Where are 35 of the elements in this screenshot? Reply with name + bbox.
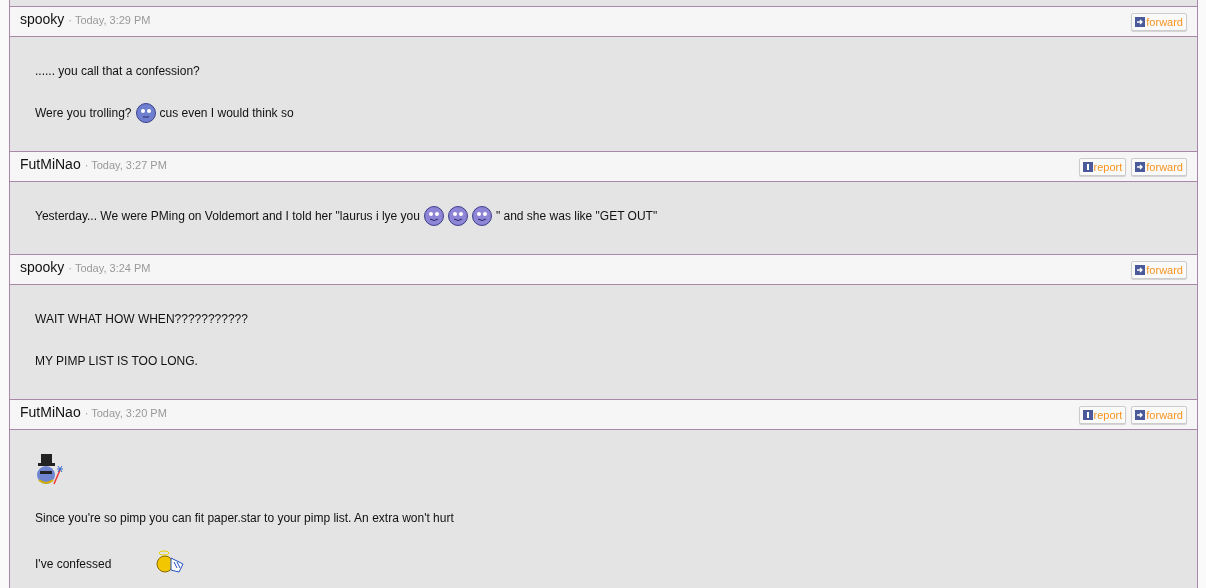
arrow-icon <box>1135 409 1146 420</box>
exclamation-icon <box>1082 409 1093 420</box>
message-text: " and she was like "GET OUT" <box>495 209 658 223</box>
author-name[interactable]: spooky <box>20 10 65 27</box>
forward-button[interactable]: forward <box>1131 12 1187 31</box>
author-name[interactable]: spooky <box>20 258 65 275</box>
post-time: · Today, 3:20 PM <box>84 406 167 419</box>
report-button[interactable]: report <box>1078 405 1127 424</box>
message-text: WAIT WHAT HOW WHEN??????????? <box>35 312 248 326</box>
forward-button[interactable]: forward <box>1131 405 1187 424</box>
wizard-smiley-icon <box>35 454 65 486</box>
message-text: cus even I would think so <box>159 106 294 120</box>
author-name[interactable]: FutMiNao <box>20 403 81 420</box>
message-text: Since you're so pimp you can fit paper.star to your pimp list. An extra won't hurt <box>35 511 454 525</box>
arrow-icon <box>1135 16 1146 27</box>
smiley-icon <box>471 206 492 226</box>
exclamation-icon <box>1082 161 1093 172</box>
post-time: · Today, 3:27 PM <box>84 158 167 171</box>
report-button[interactable]: report <box>1078 157 1127 176</box>
arrow-icon <box>1135 161 1146 172</box>
flat-face-icon <box>135 103 156 123</box>
arrow-icon <box>1135 264 1146 275</box>
message-text: Were you trolling? <box>35 106 132 120</box>
smiley-icon <box>423 206 444 226</box>
forward-button[interactable]: forward <box>1131 260 1187 279</box>
message-text: MY PIMP LIST IS TOO LONG. <box>35 354 198 368</box>
author-name[interactable]: FutMiNao <box>20 155 81 172</box>
post-time: · Today, 3:29 PM <box>68 13 151 26</box>
post-time: · Today, 3:24 PM <box>68 261 151 274</box>
message-text: ...... you call that a confession? <box>35 64 200 78</box>
smiley-icon <box>447 206 468 226</box>
forward-button[interactable]: forward <box>1131 157 1187 176</box>
message-text: Yesterday... We were PMing on Voldemort and I told her "laurus i lye you <box>35 209 420 223</box>
angel-smiley-icon <box>155 550 186 574</box>
message-text: I've confessed <box>35 556 112 571</box>
